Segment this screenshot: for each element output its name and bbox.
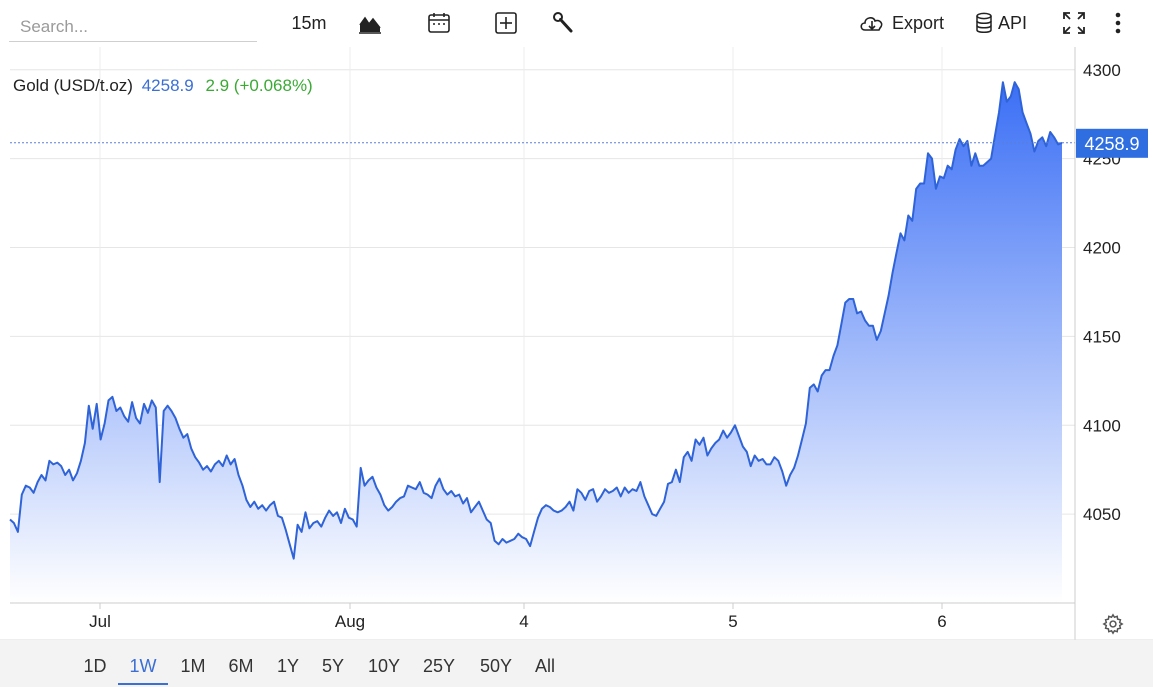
range-button-all[interactable]: All (533, 655, 557, 683)
range-button-1w[interactable]: 1W (118, 655, 168, 685)
quote-header: Gold (USD/t.oz) 4258.9 2.9 (+0.068%) (13, 76, 313, 96)
price-chart[interactable]: 405041004150420042504300Jul Aug 4 5 6 4258.9 (0, 0, 1153, 687)
x-tick-label: 5 (728, 612, 737, 631)
range-button-1m[interactable]: 1M (179, 655, 207, 683)
range-button-1d[interactable]: 1D (83, 655, 107, 683)
y-tick-label: 4200 (1083, 239, 1121, 258)
instrument-name: Gold (USD/t.oz) (13, 76, 133, 95)
range-button-10y[interactable]: 10Y (366, 655, 402, 683)
x-tick-label: Aug (335, 612, 365, 631)
range-button-50y[interactable]: 50Y (478, 655, 514, 683)
range-bar: 1D 1W 1M 6M 1Y 5Y 10Y 25Y 50Y All (0, 640, 1153, 687)
y-tick-label: 4050 (1083, 505, 1121, 524)
x-tick-label: 6 (937, 612, 946, 631)
settings-gear-icon[interactable] (1102, 613, 1124, 635)
range-button-5y[interactable]: 5Y (321, 655, 345, 683)
x-tick-label: 4 (519, 612, 528, 631)
range-button-6m[interactable]: 6M (227, 655, 255, 683)
y-tick-label: 4100 (1083, 416, 1121, 435)
x-tick-label: Jul (89, 612, 111, 631)
y-tick-label: 4300 (1083, 61, 1121, 80)
price-change: 2.9 (+0.068%) (205, 76, 313, 95)
last-price-label: 4258.9 (1084, 134, 1139, 154)
current-price: 4258.9 (141, 76, 194, 95)
range-button-1y[interactable]: 1Y (276, 655, 300, 683)
y-tick-label: 4150 (1083, 327, 1121, 346)
last-price-tag: 4258.9 (1076, 128, 1148, 158)
range-button-25y[interactable]: 25Y (421, 655, 457, 683)
